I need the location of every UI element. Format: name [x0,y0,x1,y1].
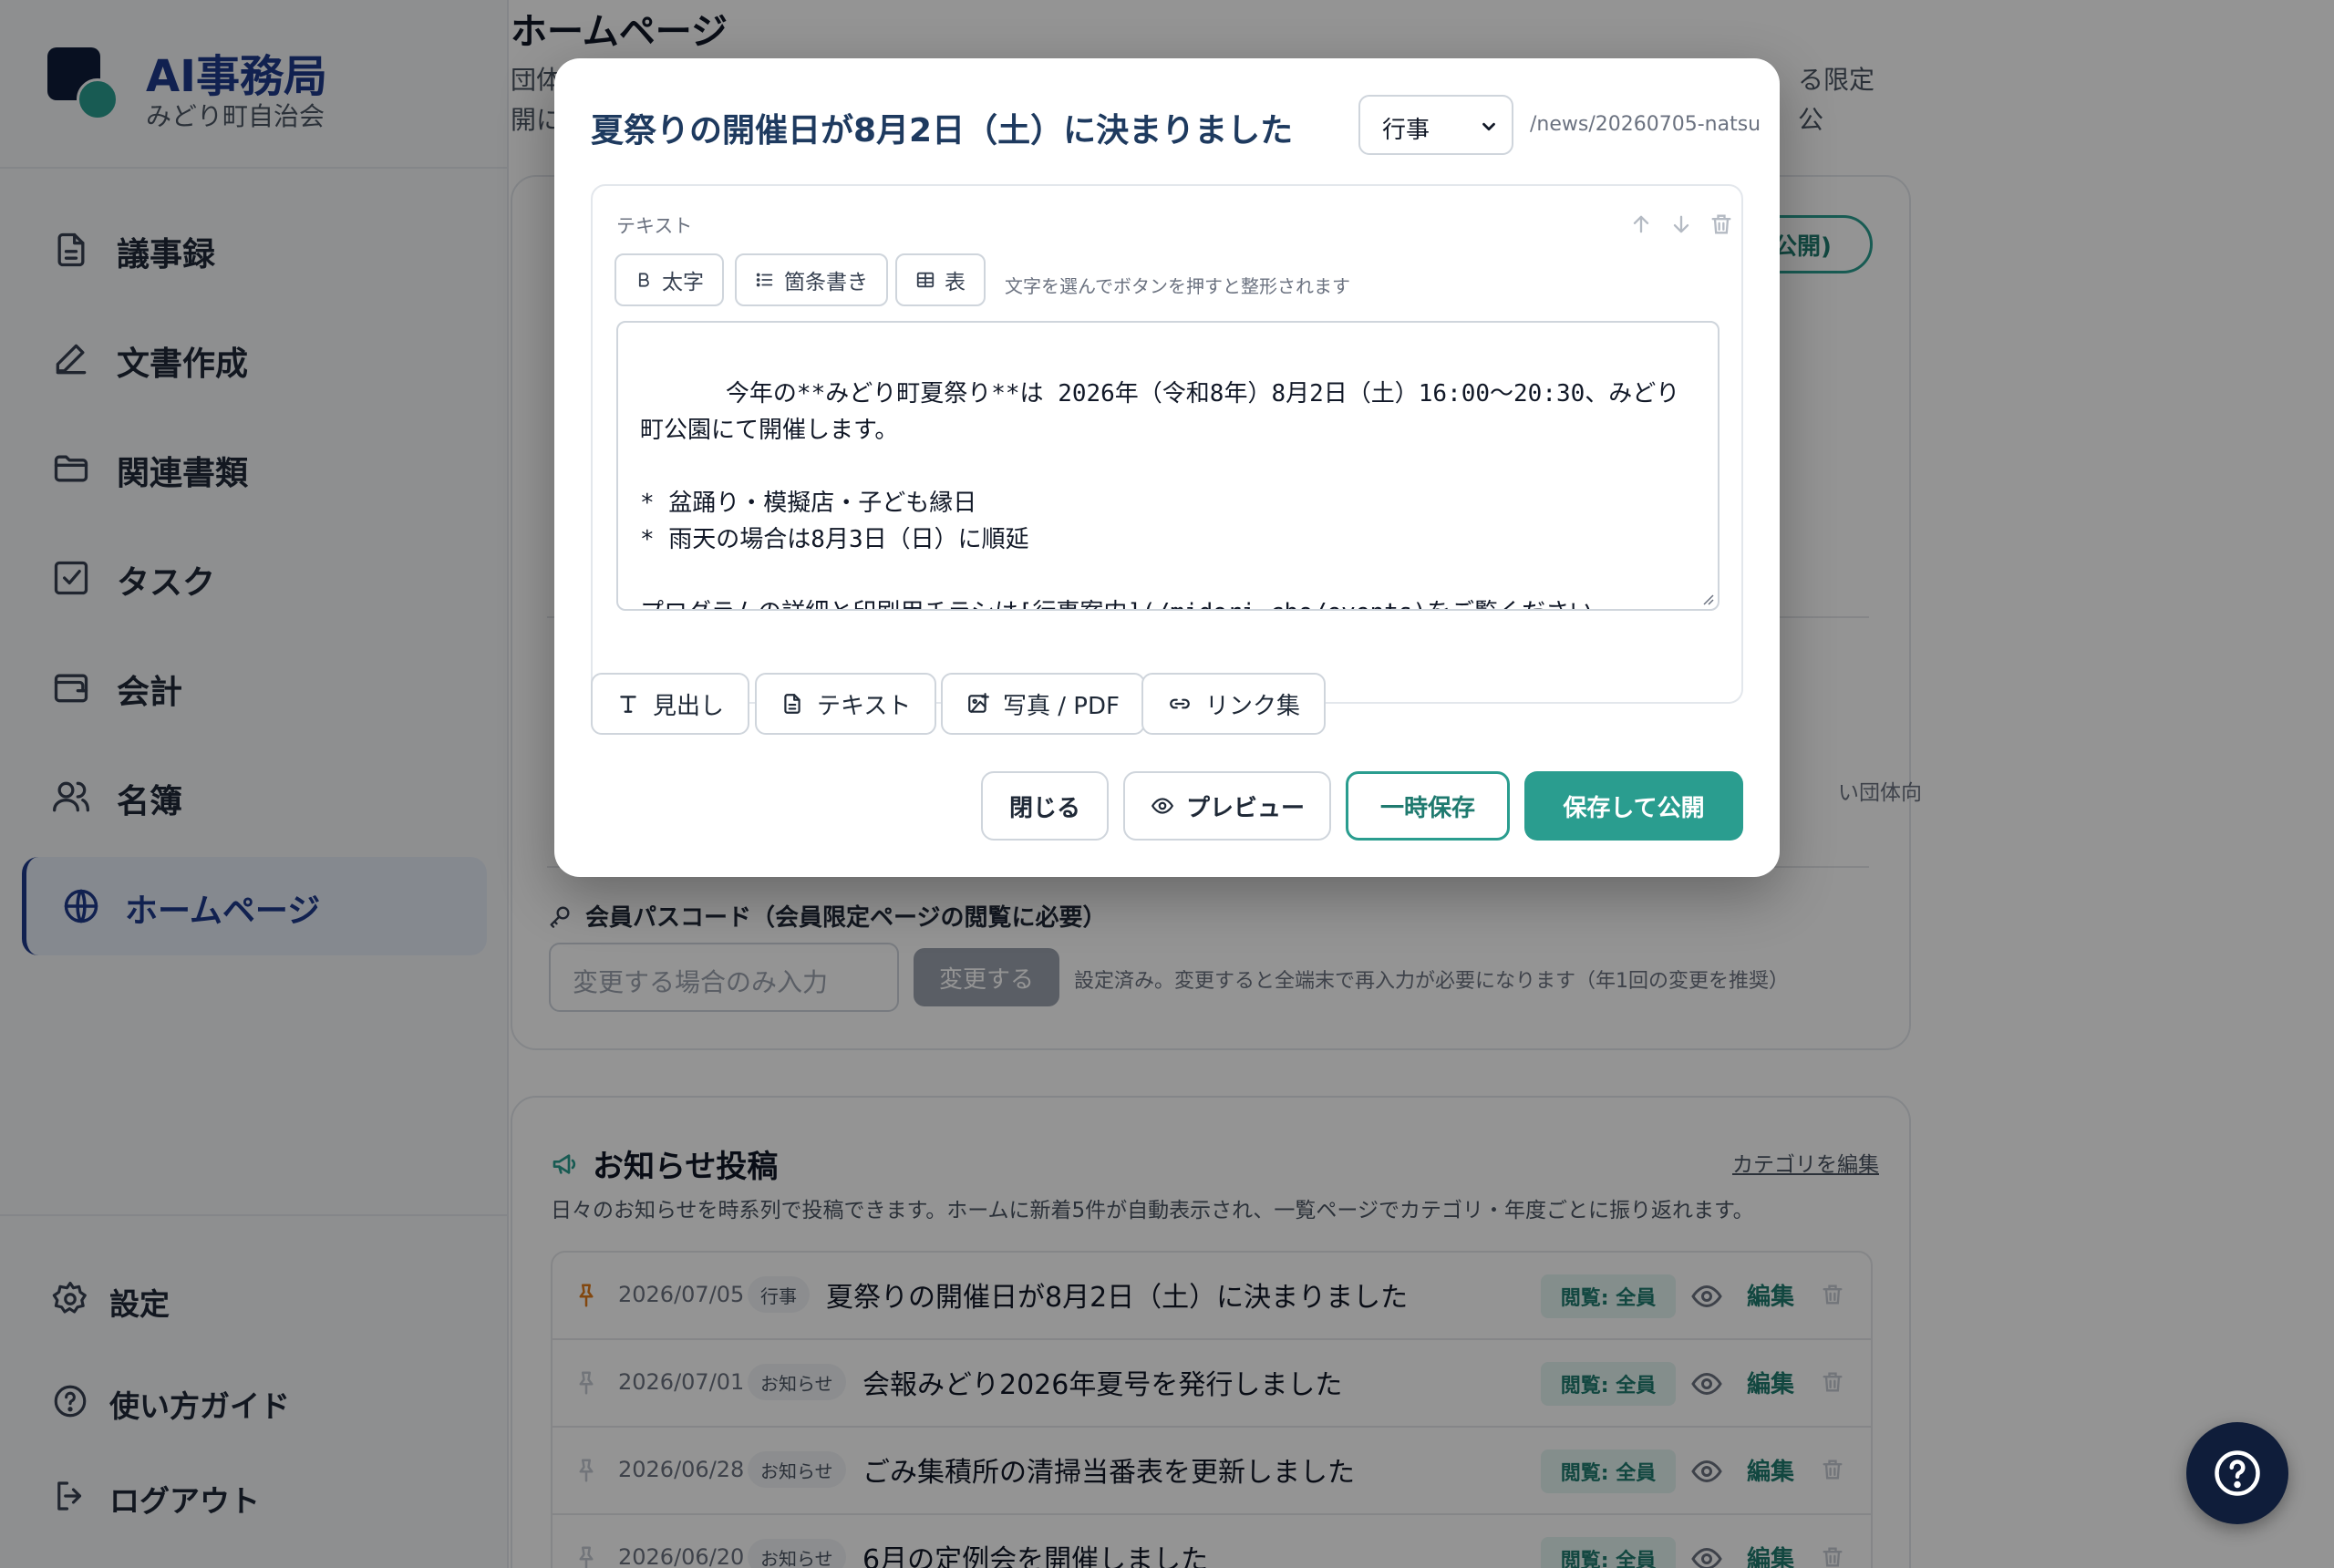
close-button[interactable]: 閉じる [981,771,1109,841]
bold-button[interactable]: 太字 [614,253,724,306]
add-heading-label: 見出し [653,692,725,720]
list-icon [756,273,773,287]
arrow-up-icon[interactable] [1628,211,1654,237]
add-text-button[interactable]: テキスト [755,673,937,735]
text-type-icon [620,696,636,713]
chevron-down-icon [1482,122,1495,131]
link-icon [1170,698,1190,709]
save-and-publish-button[interactable]: 保存して公開 [1524,771,1743,841]
bold-icon [638,273,649,287]
add-media-label: 写真 / PDF [1003,692,1120,720]
body-textarea[interactable]: 今年の**みどり町夏祭り**は 2026年（令和8年）8月2日（土）16:00〜… [616,321,1720,611]
add-media-button[interactable]: 写真 / PDF [941,673,1145,735]
help-button[interactable] [2186,1422,2288,1524]
post-slug: /news/20260705-natsu [1530,113,1761,136]
text-block: テキスト 太字 箇条書き 表 文字を選んでボタンを押すと整形されます 今年の**… [591,184,1743,704]
body-text: 今年の**みどり町夏祭り**は 2026年（令和8年）8月2日（土）16:00〜… [640,380,1680,609]
table-label: 表 [945,271,966,294]
preview-label: プレビュー [1185,794,1305,822]
block-type-label: テキスト [616,215,693,237]
trash-icon[interactable] [1709,211,1734,237]
bullet-list-button[interactable]: 箇条書き [735,253,888,306]
help-circle-icon [2215,1450,2260,1496]
bold-label: 太字 [662,271,704,294]
modal-title[interactable]: 夏祭りの開催日が8月2日（土）に決まりました [591,104,1293,151]
arrow-down-icon[interactable] [1668,211,1694,237]
save-draft-button[interactable]: 一時保存 [1346,771,1510,841]
category-select[interactable]: 行事 [1358,95,1513,155]
add-links-label: リンク集 [1205,692,1301,720]
add-links-button[interactable]: リンク集 [1141,673,1327,735]
add-text-label: テキスト [817,692,912,720]
document-icon [784,694,800,714]
edit-news-modal: 夏祭りの開催日が8月2日（土）に決まりました 行事 /news/20260705… [554,58,1780,877]
preview-button[interactable]: プレビュー [1123,771,1331,841]
add-heading-button[interactable]: 見出し [591,673,750,735]
table-button[interactable]: 表 [895,253,986,306]
bullet-list-label: 箇条書き [784,271,868,294]
table-icon [916,272,935,288]
eye-icon [1151,798,1174,814]
image-plus-icon [968,693,989,713]
resize-handle-icon[interactable] [1699,591,1714,605]
category-select-value: 行事 [1382,117,1430,144]
format-hint: 文字を選んでボタンを押すと整形されます [1005,275,1350,297]
